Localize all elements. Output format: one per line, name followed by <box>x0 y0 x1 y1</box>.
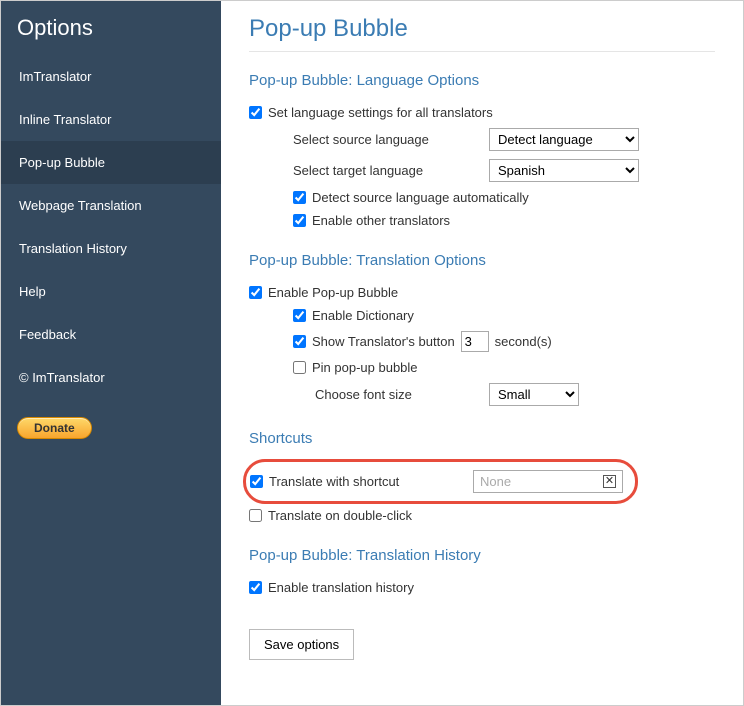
shortcut-value-text: None <box>480 474 511 489</box>
label-set-all-translators: Set language settings for all translator… <box>268 105 493 120</box>
checkbox-translate-shortcut[interactable] <box>250 475 263 488</box>
sidebar-item-popup-bubble[interactable]: Pop-up Bubble <box>1 141 221 184</box>
label-enable-other: Enable other translators <box>312 213 450 228</box>
select-source-language[interactable]: Detect language <box>489 128 639 151</box>
checkbox-double-click[interactable] <box>249 509 262 522</box>
checkbox-show-button[interactable] <box>293 335 306 348</box>
label-enable-bubble: Enable Pop-up Bubble <box>268 285 398 300</box>
checkbox-enable-bubble[interactable] <box>249 286 262 299</box>
checkbox-detect-auto[interactable] <box>293 191 306 204</box>
label-pin-bubble: Pin pop-up bubble <box>312 360 418 375</box>
section-translation-history: Pop-up Bubble: Translation History <box>249 547 715 564</box>
label-seconds-suffix: second(s) <box>495 334 552 349</box>
sidebar: Options ImTranslator Inline Translator P… <box>1 1 221 705</box>
highlight-shortcut-row: Translate with shortcut None ✕ <box>243 459 638 504</box>
checkbox-enable-history[interactable] <box>249 581 262 594</box>
label-target-language: Select target language <box>293 163 483 178</box>
label-font-size: Choose font size <box>315 387 483 402</box>
clear-shortcut-icon[interactable]: ✕ <box>603 475 616 488</box>
section-shortcuts: Shortcuts <box>249 430 715 447</box>
label-enable-history: Enable translation history <box>268 580 414 595</box>
select-font-size[interactable]: Small <box>489 383 579 406</box>
sidebar-item-inline-translator[interactable]: Inline Translator <box>1 98 221 141</box>
checkbox-pin-bubble[interactable] <box>293 361 306 374</box>
sidebar-item-imtranslator[interactable]: ImTranslator <box>1 55 221 98</box>
label-source-language: Select source language <box>293 132 483 147</box>
sidebar-item-webpage-translation[interactable]: Webpage Translation <box>1 184 221 227</box>
donate-button[interactable]: Donate <box>17 417 92 439</box>
checkbox-enable-other[interactable] <box>293 214 306 227</box>
select-target-language[interactable]: Spanish <box>489 159 639 182</box>
input-show-button-seconds[interactable] <box>461 331 489 352</box>
sidebar-item-translation-history[interactable]: Translation History <box>1 227 221 270</box>
label-show-button: Show Translator's button <box>312 334 455 349</box>
sidebar-item-help[interactable]: Help <box>1 270 221 313</box>
label-double-click: Translate on double-click <box>268 508 412 523</box>
section-translation-options: Pop-up Bubble: Translation Options <box>249 252 715 269</box>
label-enable-dictionary: Enable Dictionary <box>312 308 414 323</box>
save-button[interactable]: Save options <box>249 629 354 660</box>
label-translate-shortcut: Translate with shortcut <box>269 474 467 489</box>
main-content: Pop-up Bubble Pop-up Bubble: Language Op… <box>221 1 743 705</box>
sidebar-title: Options <box>1 1 221 55</box>
sidebar-item-feedback[interactable]: Feedback <box>1 313 221 356</box>
input-shortcut[interactable]: None ✕ <box>473 470 623 493</box>
checkbox-enable-dictionary[interactable] <box>293 309 306 322</box>
section-language-options: Pop-up Bubble: Language Options <box>249 72 715 89</box>
page-title: Pop-up Bubble <box>249 1 715 52</box>
label-detect-auto: Detect source language automatically <box>312 190 529 205</box>
sidebar-item-copyright[interactable]: © ImTranslator <box>1 356 221 399</box>
checkbox-set-all-translators[interactable] <box>249 106 262 119</box>
